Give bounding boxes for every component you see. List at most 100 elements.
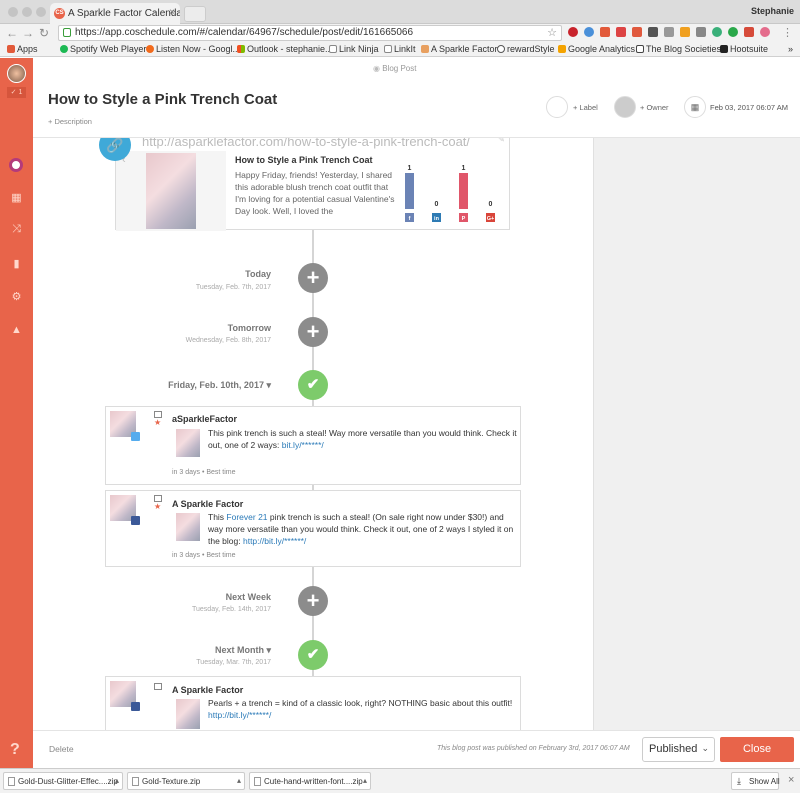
publish-date[interactable]: Feb 03, 2017 06:07 AM: [710, 103, 788, 112]
bar-chart-icon[interactable]: ▮: [10, 258, 23, 271]
chevron-up-icon[interactable]: ▴: [363, 776, 367, 785]
gear-icon[interactable]: ⚙: [10, 291, 23, 304]
bookmark-spotify[interactable]: Spotify Web Player: [60, 44, 146, 54]
help-icon[interactable]: ?: [10, 741, 20, 759]
hootsuite-icon: [720, 45, 728, 53]
message-schedule: in 3 days • Best time: [172, 469, 236, 476]
bookmark-google-music[interactable]: Listen Now - Googl...: [146, 44, 240, 54]
timeline-today-label: Today: [245, 269, 271, 279]
download-item[interactable]: Cute-hand-written-font....zip ▴: [249, 772, 371, 790]
owner-avatar-icon[interactable]: [614, 96, 636, 118]
chevron-up-icon[interactable]: ▴: [237, 776, 241, 785]
label-color-icon[interactable]: [546, 96, 568, 118]
right-panel: [593, 138, 800, 730]
social-message-card[interactable]: A Sparkle Factor Pearls + a trench = kin…: [105, 676, 521, 730]
add-message-tomorrow-button[interactable]: +: [298, 317, 328, 347]
extension-icon[interactable]: [600, 27, 610, 37]
add-message-next-week-button[interactable]: +: [298, 586, 328, 616]
coschedule-favicon-icon: CS: [54, 8, 65, 19]
completed-check-button[interactable]: ✔: [298, 640, 328, 670]
timeline-friday-label[interactable]: Friday, Feb. 10th, 2017 ▾: [33, 380, 271, 391]
brand-mention[interactable]: Forever 21: [226, 512, 267, 522]
browser-tab[interactable]: CS A Sparkle Factor Calendar - Co ×: [50, 3, 180, 24]
preview-url[interactable]: http://asparklefactor.com/how-to-style-a…: [142, 138, 502, 149]
message-link[interactable]: http://bit.ly/******/: [243, 536, 306, 546]
timeline-next-month-label[interactable]: Next Month ▾: [33, 645, 271, 656]
bookmark-outlook[interactable]: Outlook - stephanie...: [237, 44, 333, 54]
new-tab-button[interactable]: [184, 6, 206, 22]
calendar-icon[interactable]: ▦: [684, 96, 706, 118]
share-counts-chart: 1 f 0 in 1 P 0 G+: [405, 165, 495, 222]
bookmark-hootsuite[interactable]: Hootsuite: [720, 44, 768, 54]
image-icon[interactable]: [154, 495, 162, 502]
bookmarks-overflow[interactable]: »: [788, 44, 793, 54]
cast-extension-icon[interactable]: [696, 27, 706, 37]
avatar[interactable]: [7, 64, 26, 83]
menu-kebab-icon[interactable]: ⋮: [782, 26, 793, 39]
pinterest-extension-icon[interactable]: [568, 27, 578, 37]
extension-icon[interactable]: [680, 27, 690, 37]
spotify-icon: [60, 45, 68, 53]
chevron-up-icon[interactable]: ▴: [115, 776, 119, 785]
status-select[interactable]: Published ⌄: [642, 737, 715, 762]
bookmark-a-sparkle-factor[interactable]: A Sparkle Factor: [421, 44, 498, 54]
completed-check-button[interactable]: ✔: [298, 370, 328, 400]
edit-link-icon[interactable]: ✎: [497, 138, 505, 145]
microsoft-icon: [237, 45, 245, 53]
add-label-button[interactable]: + Label: [573, 103, 598, 112]
share-count-googleplus: 0: [489, 201, 493, 208]
preview-title[interactable]: How to Style a Pink Trench Coat: [235, 155, 373, 165]
preview-excerpt: Happy Friday, friends! Yesterday, I shar…: [235, 170, 395, 216]
extension-icon[interactable]: [616, 27, 626, 37]
image-icon[interactable]: [154, 683, 162, 690]
message-link[interactable]: bit.ly/******/: [282, 440, 324, 450]
rewardstyle-icon: [497, 45, 505, 53]
close-downloads-icon[interactable]: ×: [788, 774, 794, 786]
extension-icon[interactable]: [760, 27, 770, 37]
layers-extension-icon[interactable]: [648, 27, 658, 37]
bookmark-rewardstyle[interactable]: rewardStyle: [497, 44, 555, 54]
close-button[interactable]: Close: [720, 737, 794, 762]
download-item[interactable]: Gold-Dust-Glitter-Effec....zip ▴: [3, 772, 123, 790]
delete-button[interactable]: Delete: [49, 744, 74, 754]
extension-icon[interactable]: [744, 27, 754, 37]
extension-icon[interactable]: [664, 27, 674, 37]
download-item[interactable]: Gold-Texture.zip ▴: [127, 772, 245, 790]
show-all-downloads-button[interactable]: ⤓ Show All: [731, 772, 780, 790]
calendar-icon[interactable]: ▦: [10, 192, 23, 205]
window-minimize-button[interactable]: [22, 7, 32, 17]
tab-close-icon[interactable]: ×: [169, 7, 175, 18]
notification-badge[interactable]: ✓ 1: [7, 87, 26, 98]
add-description-link[interactable]: + Description: [48, 117, 92, 126]
bookmark-blog-societies[interactable]: The Blog Societies: [636, 44, 721, 54]
page-title[interactable]: How to Style a Pink Trench Coat: [48, 91, 277, 108]
window-close-button[interactable]: [8, 7, 18, 17]
social-message-card[interactable]: ★ A Sparkle Factor This Forever 21 pink …: [105, 490, 521, 567]
bookmark-apps[interactable]: Apps: [7, 44, 38, 54]
bookmark-link-ninja[interactable]: Link Ninja: [329, 44, 379, 54]
back-arrow-icon[interactable]: ←: [6, 26, 18, 40]
window-zoom-button[interactable]: [36, 7, 46, 17]
extension-icon[interactable]: [712, 27, 722, 37]
post-type: ◉ Blog Post: [373, 64, 417, 73]
reload-icon[interactable]: ↻: [39, 26, 49, 40]
bookmark-linkit[interactable]: LinkIt: [384, 44, 416, 54]
bookmark-star-icon[interactable]: ☆: [547, 26, 557, 39]
social-message-card[interactable]: ★ aSparkleFactor This pink trench is suc…: [105, 406, 521, 485]
extension-icon[interactable]: [728, 27, 738, 37]
timeline-tomorrow-label: Tomorrow: [227, 323, 271, 333]
add-owner-button[interactable]: + Owner: [640, 103, 669, 112]
googleplus-glyph: G+: [487, 216, 495, 222]
add-message-today-button[interactable]: +: [298, 263, 328, 293]
extension-icon[interactable]: [584, 27, 594, 37]
url-bar[interactable]: https://app.coschedule.com/#/calendar/64…: [58, 25, 562, 41]
message-link[interactable]: http://bit.ly/******/: [208, 710, 271, 720]
extension-icon[interactable]: [632, 27, 642, 37]
profile-name[interactable]: Stephanie: [751, 6, 794, 16]
image-icon[interactable]: [154, 411, 162, 418]
bookmark-google-analytics[interactable]: Google Analytics: [558, 44, 635, 54]
forward-arrow-icon[interactable]: →: [22, 26, 34, 40]
shuffle-icon[interactable]: ⤨: [10, 223, 23, 236]
warning-icon[interactable]: ▲: [10, 324, 23, 337]
calendar-dot-icon[interactable]: [9, 158, 23, 172]
